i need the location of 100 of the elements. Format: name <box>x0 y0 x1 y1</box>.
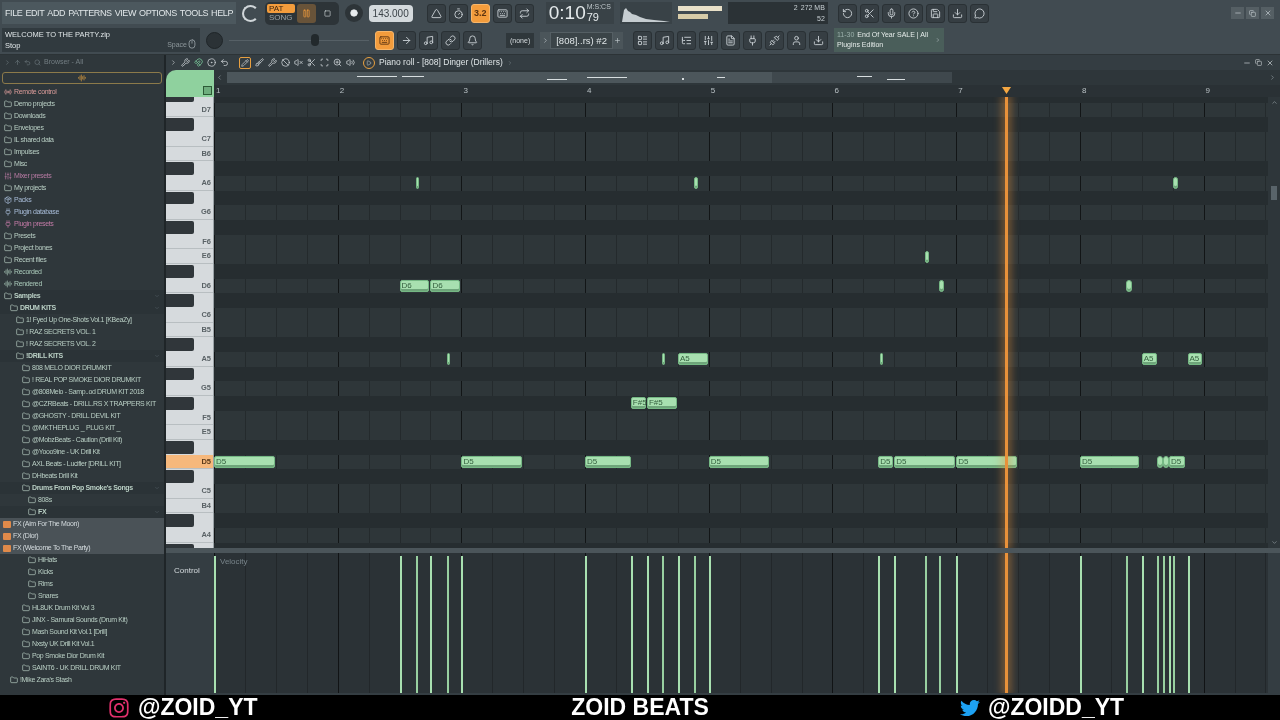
user-button[interactable] <box>786 30 806 50</box>
velocity-bar[interactable] <box>661 556 664 693</box>
timeline-ruler[interactable]: 1 2 3 4 5 6 7 8 9 <box>214 85 1280 97</box>
metronome-button[interactable] <box>463 30 482 50</box>
touch-button[interactable] <box>764 30 784 50</box>
velocity-bar[interactable] <box>1168 556 1171 693</box>
velocity-bar[interactable] <box>1162 556 1165 693</box>
sharp-key[interactable] <box>166 367 194 381</box>
velocity-bar[interactable] <box>708 556 711 693</box>
velocity-bar[interactable] <box>1079 556 1082 693</box>
step-button[interactable] <box>397 30 416 50</box>
record-audio-button[interactable] <box>881 3 901 23</box>
velocity-bar[interactable] <box>415 556 418 693</box>
menu-item[interactable]: VIEW <box>114 6 137 20</box>
restore-button[interactable] <box>1246 7 1259 20</box>
velocity-bar[interactable] <box>646 556 649 693</box>
scrollbar-thumb[interactable] <box>1271 185 1277 200</box>
note-block[interactable]: D5 <box>214 456 275 469</box>
velocity-bar[interactable] <box>925 556 928 693</box>
velocity-bar[interactable] <box>693 556 696 693</box>
note-block[interactable]: D6 <box>399 280 430 292</box>
mixer-button[interactable] <box>698 30 718 50</box>
blend-notes-button[interactable] <box>419 30 438 50</box>
save-button[interactable] <box>925 3 945 23</box>
note-block[interactable] <box>693 177 698 190</box>
export-button[interactable] <box>947 3 967 23</box>
velocity-bar[interactable] <box>677 556 680 693</box>
browser-search-bar[interactable] <box>2 72 162 84</box>
note-block[interactable]: D5 <box>1079 456 1140 469</box>
note-block[interactable] <box>1156 456 1163 469</box>
note-block[interactable]: D6 <box>430 280 461 292</box>
velocity-lane[interactable]: Velocity <box>214 553 1268 693</box>
note-block[interactable]: D5 <box>1168 456 1186 469</box>
tempo-display[interactable]: 143.000 <box>368 4 413 22</box>
note-block[interactable] <box>446 353 451 366</box>
menu-item[interactable]: OPTIONS <box>139 6 177 20</box>
sharp-key[interactable] <box>166 294 194 308</box>
add-pattern-button[interactable] <box>612 31 623 49</box>
note-block[interactable] <box>1125 280 1132 292</box>
loop-record-button[interactable] <box>514 3 534 23</box>
browser-button[interactable] <box>720 30 740 50</box>
typing-keyboard-button[interactable] <box>375 30 394 50</box>
note-block[interactable]: D5 <box>894 456 955 469</box>
close-button[interactable] <box>1261 7 1274 20</box>
playhead-marker-icon[interactable] <box>1001 87 1011 94</box>
velocity-bar[interactable] <box>1125 556 1128 693</box>
download-button[interactable] <box>808 30 828 50</box>
velocity-bar[interactable] <box>630 556 633 693</box>
velocity-bar[interactable] <box>399 556 402 693</box>
velocity-bar[interactable] <box>878 556 881 693</box>
velocity-bar[interactable] <box>894 556 897 693</box>
note-block[interactable]: F#5 <box>646 397 677 410</box>
velocity-bar[interactable] <box>938 556 941 693</box>
slider-thumb[interactable] <box>310 34 319 47</box>
note-block[interactable] <box>925 250 929 263</box>
note-block[interactable]: D5 <box>956 456 1017 469</box>
menu-item[interactable]: EDIT <box>25 6 45 20</box>
cut-button[interactable] <box>859 3 879 23</box>
note-block[interactable]: A5 <box>677 353 708 366</box>
channel-rack-button[interactable] <box>676 30 696 50</box>
note-block[interactable] <box>938 280 944 292</box>
menu-item[interactable]: ADD <box>47 6 66 20</box>
metronome-button[interactable] <box>426 3 446 23</box>
velocity-bar[interactable] <box>585 556 588 693</box>
help-button[interactable] <box>903 3 923 23</box>
control-label[interactable]: Control <box>174 566 200 575</box>
note-block[interactable] <box>415 177 420 190</box>
menu-item[interactable]: HELP <box>211 6 234 20</box>
chat-button[interactable] <box>969 3 989 23</box>
menu-item[interactable]: TOOLS <box>179 6 209 20</box>
draw-tool[interactable] <box>239 56 251 69</box>
sharp-key[interactable] <box>166 514 194 528</box>
menu-item[interactable]: FILE <box>5 6 23 20</box>
menu-item[interactable]: PATTERNS <box>68 6 112 20</box>
note-block[interactable]: D5 <box>708 456 770 469</box>
undo-button[interactable] <box>837 3 857 23</box>
pattern-selector[interactable]: [808]..rs) #2 <box>550 31 613 49</box>
vertical-scrollbar[interactable] <box>1268 97 1280 548</box>
sharp-key[interactable] <box>166 191 194 205</box>
velocity-bar[interactable] <box>1187 556 1190 693</box>
piano-roll-button[interactable] <box>654 30 674 50</box>
resize-icon[interactable] <box>203 86 212 95</box>
pause-button[interactable] <box>296 3 316 23</box>
sharp-key[interactable] <box>166 338 194 352</box>
sharp-key[interactable] <box>166 470 194 484</box>
note-block[interactable] <box>1162 456 1169 469</box>
velocity-bar[interactable] <box>461 556 464 693</box>
playlist-button[interactable] <box>632 30 652 50</box>
note-block[interactable] <box>1172 177 1178 190</box>
plugin-button[interactable] <box>742 30 762 50</box>
pattern-overview-drawing[interactable] <box>227 72 952 83</box>
mode-toggle[interactable]: PAT <box>267 4 295 14</box>
note-block[interactable] <box>879 353 884 366</box>
record-button[interactable] <box>344 4 363 23</box>
wait-button[interactable] <box>448 3 468 23</box>
countdown-button[interactable]: 3.2 <box>470 3 490 23</box>
velocity-bar[interactable] <box>1141 556 1144 693</box>
note-block[interactable]: D5 <box>461 456 522 469</box>
velocity-bar[interactable] <box>430 556 433 693</box>
mode-toggle[interactable]: SONG <box>267 13 295 23</box>
